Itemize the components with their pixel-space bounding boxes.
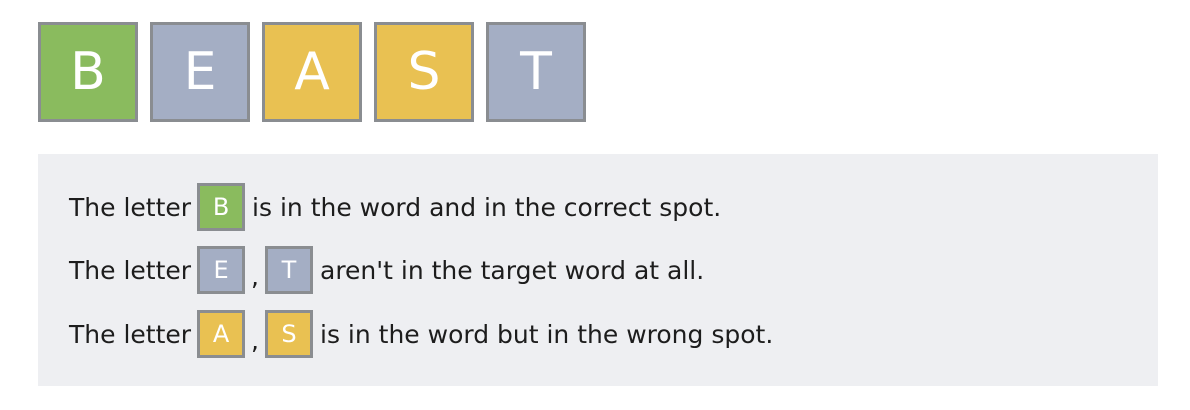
guess-row: B E A S T (38, 22, 586, 122)
legend-tile-t: T (265, 246, 313, 294)
legend-tile-e: E (197, 246, 246, 294)
legend-prefix: The letter (69, 192, 192, 222)
legend-prefix: The letter (69, 255, 192, 285)
legend-text-present: is in the word but in the wrong spot. (320, 319, 774, 349)
legend-tile-s: S (265, 310, 313, 358)
legend-text-correct: is in the word and in the correct spot. (252, 192, 722, 222)
letter-tile-t: T (486, 22, 586, 122)
legend-separator: , (251, 261, 259, 291)
letter-tile-a: A (262, 22, 362, 122)
legend-tile-a: A (197, 310, 246, 358)
legend-text-absent: aren't in the target word at all. (320, 255, 705, 285)
legend-tile-b: B (197, 183, 246, 231)
letter-tile-e: E (150, 22, 250, 122)
legend-prefix: The letter (69, 319, 192, 349)
legend-row-present: The letter A , S is in the word but in t… (69, 309, 773, 359)
legend-row-absent: The letter E , T aren't in the target wo… (69, 245, 704, 295)
letter-tile-s: S (374, 22, 474, 122)
legend-separator: , (251, 325, 259, 355)
legend-row-correct: The letter B is in the word and in the c… (69, 182, 721, 232)
letter-tile-b: B (38, 22, 138, 122)
result-legend: The letter B is in the word and in the c… (38, 154, 1158, 386)
